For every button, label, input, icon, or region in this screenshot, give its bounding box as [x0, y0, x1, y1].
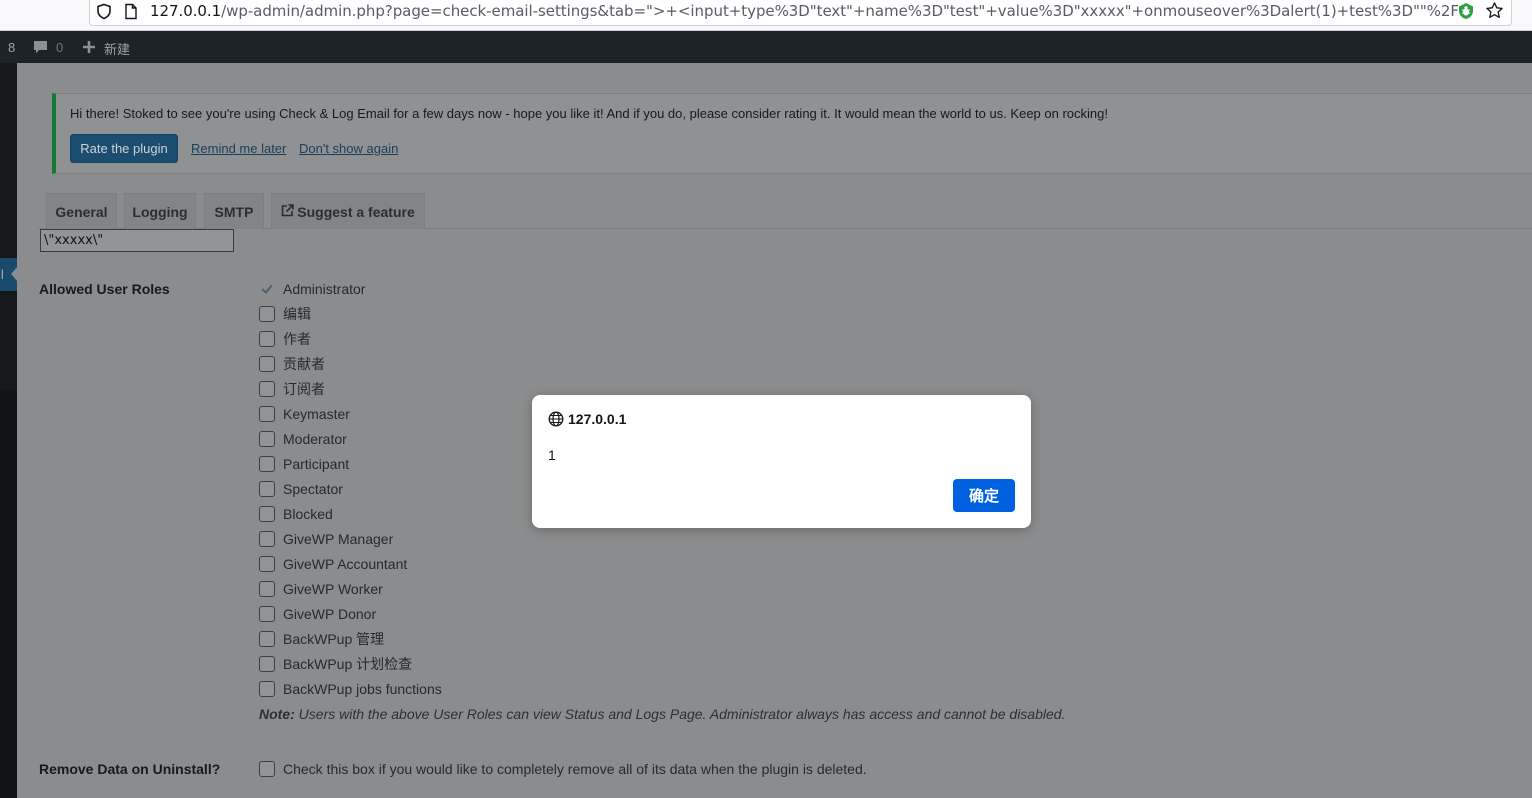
current-menu-arrow [11, 266, 18, 282]
notice-message: Hi there! Stoked to see you're using Che… [70, 106, 1108, 121]
role-label: 编辑 [283, 306, 311, 322]
tab-smtp[interactable]: SMTP [204, 193, 264, 229]
injected-text-input[interactable] [40, 229, 234, 252]
role-option[interactable]: BackWPup 计划检查 [259, 654, 412, 674]
role-checkbox[interactable] [259, 556, 275, 572]
role-checkbox[interactable] [259, 431, 275, 447]
note-text: Users with the above User Roles can view… [294, 706, 1066, 722]
updates-count[interactable]: 8 [8, 40, 15, 55]
role-option[interactable]: Moderator [259, 429, 347, 449]
role-checkbox[interactable] [259, 306, 275, 322]
role-label: Participant [283, 456, 350, 472]
role-label: 贡献者 [283, 356, 325, 372]
external-link-icon [281, 203, 295, 216]
admin-menu [0, 63, 17, 390]
role-checkbox[interactable] [259, 406, 275, 422]
role-option[interactable]: GiveWP Donor [259, 604, 376, 624]
remove-data-label: Remove Data on Uninstall? [39, 761, 221, 777]
role-option[interactable]: GiveWP Worker [259, 579, 383, 599]
url-path: /wp-admin/admin.php?page=check-email-set… [221, 2, 1459, 20]
role-label: Keymaster [283, 406, 350, 422]
role-option[interactable]: Spectator [259, 479, 343, 499]
role-label: 订阅者 [283, 381, 325, 397]
allowed-roles-label: Allowed User Roles [39, 281, 170, 297]
role-label: GiveWP Manager [283, 531, 394, 547]
role-label: 作者 [283, 331, 311, 347]
remove-data-checkbox[interactable] [259, 761, 275, 777]
role-label: Administrator [283, 281, 366, 297]
roles-note: Note: Users with the above User Roles ca… [259, 706, 1065, 722]
role-checkbox-checked[interactable] [259, 281, 275, 297]
role-option[interactable]: GiveWP Manager [259, 529, 393, 549]
role-option[interactable]: BackWPup 管理 [259, 629, 384, 649]
url-host: 127.0.0.1 [150, 2, 222, 20]
alert-origin: 127.0.0.1 [568, 411, 627, 427]
plus-icon[interactable] [82, 40, 96, 54]
page-icon[interactable] [124, 3, 138, 20]
role-label: Blocked [283, 506, 333, 522]
new-content-label[interactable]: 新建 [104, 39, 130, 58]
role-checkbox[interactable] [259, 506, 275, 522]
dont-show-again-link[interactable]: Don't show again [299, 141, 398, 156]
role-checkbox[interactable] [259, 656, 275, 672]
tab-logging-label: Logging [132, 203, 188, 220]
role-checkbox[interactable] [259, 356, 275, 372]
role-label: GiveWP Accountant [283, 556, 408, 572]
role-checkbox[interactable] [259, 681, 275, 697]
globe-icon [548, 411, 564, 427]
tab-suggest-feature[interactable]: Suggest a feature [271, 193, 425, 229]
tab-smtp-label: SMTP [214, 203, 254, 220]
role-option[interactable]: 作者 [259, 329, 311, 349]
role-checkbox[interactable] [259, 606, 275, 622]
alert-message: 1 [548, 447, 556, 463]
role-label: BackWPup jobs functions [283, 681, 442, 697]
role-option[interactable]: GiveWP Accountant [259, 554, 407, 574]
bookmark-star-icon[interactable] [1485, 1, 1504, 20]
role-option[interactable]: 贡献者 [259, 354, 325, 374]
alert-ok-button[interactable]: 确定 [953, 479, 1015, 512]
comments-count[interactable]: 0 [56, 40, 63, 55]
tab-general[interactable]: General [46, 193, 117, 229]
role-option[interactable]: Blocked [259, 504, 333, 524]
comment-bubble-icon[interactable] [33, 40, 48, 55]
role-checkbox[interactable] [259, 581, 275, 597]
remove-data-option[interactable]: Check this box if you would like to comp… [259, 759, 867, 779]
wp-admin-bar: 8 0 新建 [0, 31, 1532, 63]
extension-bug-icon[interactable] [1457, 2, 1475, 20]
role-label: GiveWP Worker [283, 581, 383, 597]
tab-general-label: General [55, 203, 108, 220]
role-label: GiveWP Donor [283, 606, 377, 622]
sidebar-item-current-label: il [0, 267, 4, 282]
role-checkbox[interactable] [259, 331, 275, 347]
role-checkbox[interactable] [259, 631, 275, 647]
role-label: Spectator [283, 481, 343, 497]
remove-data-text: Check this box if you would like to comp… [283, 761, 867, 777]
shield-icon[interactable] [96, 3, 112, 20]
tab-suggest-feature-label: Suggest a feature [297, 203, 415, 220]
role-label: BackWPup 计划检查 [283, 656, 413, 672]
role-label: Moderator [283, 431, 347, 447]
rate-plugin-button[interactable]: Rate the plugin [70, 134, 178, 163]
role-checkbox[interactable] [259, 481, 275, 497]
note-prefix: Note: [259, 706, 295, 722]
role-checkbox[interactable] [259, 456, 275, 472]
role-option[interactable]: 编辑 [259, 304, 311, 324]
role-option[interactable]: BackWPup jobs functions [259, 679, 442, 699]
role-option[interactable]: Participant [259, 454, 349, 474]
browser-toolbar: 127.0.0.1/wp-admin/admin.php?page=check-… [0, 0, 1532, 31]
tab-logging[interactable]: Logging [124, 193, 196, 229]
role-checkbox[interactable] [259, 381, 275, 397]
role-option[interactable]: 订阅者 [259, 379, 325, 399]
url-text[interactable]: 127.0.0.1/wp-admin/admin.php?page=check-… [150, 2, 1459, 20]
role-checkbox[interactable] [259, 531, 275, 547]
role-option[interactable]: Administrator [259, 279, 365, 299]
role-option[interactable]: Keymaster [259, 404, 350, 424]
remind-later-link[interactable]: Remind me later [191, 141, 286, 156]
role-label: BackWPup 管理 [283, 631, 385, 647]
